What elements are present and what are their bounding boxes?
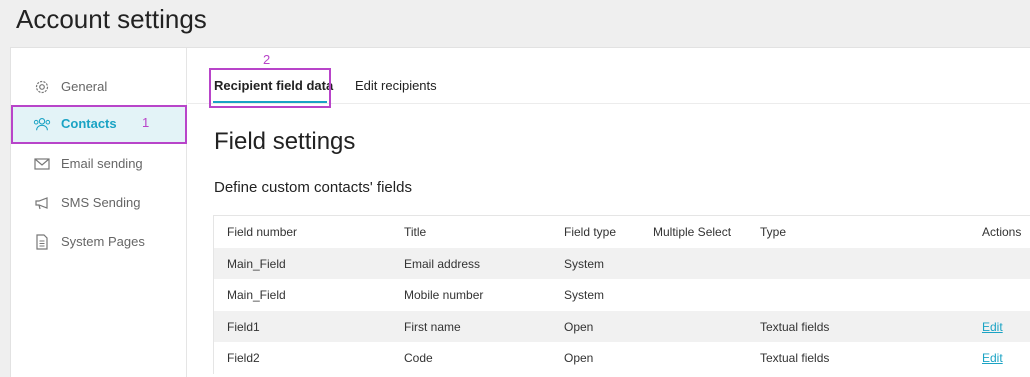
section-title: Field settings: [214, 128, 356, 155]
field-number-cell: Field1: [227, 319, 260, 334]
tab-bar: 2 Recipient field data Edit recipients: [188, 48, 1030, 108]
annotation-highlight-tab: [209, 68, 331, 108]
edit-link[interactable]: Edit: [982, 320, 1003, 334]
sidebar-item-label: General: [61, 79, 108, 94]
column-header: Title: [404, 225, 427, 239]
column-header: Multiple Select: [653, 225, 732, 239]
table-header-row: Field number Title Field type Multiple S…: [214, 216, 1030, 248]
table-row: Field2 Code Open Textual fields Edit: [214, 342, 1030, 374]
section-subtitle: Define custom contacts' fields: [214, 179, 412, 196]
column-header: Field number: [227, 225, 298, 239]
page-title: Account settings: [16, 4, 207, 34]
table-row: Main_Field Mobile number System: [214, 279, 1030, 311]
column-header: Field type: [564, 225, 617, 239]
column-header: Actions: [982, 225, 1022, 239]
edit-link[interactable]: Edit: [982, 351, 1003, 365]
sidebar-item-system-pages[interactable]: System Pages: [11, 223, 187, 260]
sidebar-item-email-sending[interactable]: Email sending: [11, 145, 187, 182]
title-cell: First name: [404, 319, 461, 334]
document-icon: [33, 233, 51, 251]
title-cell: Email address: [404, 256, 481, 271]
type-cell: Textual fields: [760, 319, 830, 334]
main-content: 2 Recipient field data Edit recipients F…: [188, 48, 1030, 377]
sidebar-item-label: Email sending: [61, 156, 143, 171]
gear-icon: [33, 78, 51, 96]
field-number-cell: Field2: [227, 351, 260, 365]
table-row: Main_Field Email address System: [214, 247, 1030, 279]
title-cell: Code: [404, 351, 433, 365]
field-type-cell: System: [564, 256, 605, 271]
tab-edit-recipients[interactable]: Edit recipients: [355, 78, 437, 93]
field-type-cell: System: [564, 288, 605, 302]
sidebar-item-general[interactable]: General: [11, 68, 187, 105]
annotation-number-2: 2: [263, 52, 271, 67]
field-number-cell: Main_Field: [227, 256, 286, 271]
envelope-icon: [33, 155, 51, 173]
field-type-cell: Open: [564, 319, 594, 334]
field-type-cell: Open: [564, 351, 594, 365]
sidebar: General Contacts 1 Email sending SMS Sen…: [11, 48, 187, 377]
table-row: Field1 First name Open Textual fields Ed…: [214, 310, 1030, 342]
sidebar-item-sms-sending[interactable]: SMS Sending: [11, 184, 187, 221]
field-number-cell: Main_Field: [227, 288, 286, 302]
fields-table: Field number Title Field type Multiple S…: [213, 215, 1030, 374]
settings-panel: General Contacts 1 Email sending SMS Sen…: [10, 47, 1030, 377]
title-cell: Mobile number: [404, 288, 484, 302]
megaphone-icon: [33, 194, 51, 212]
column-header: Type: [760, 225, 787, 239]
sidebar-item-label: System Pages: [61, 234, 145, 249]
type-cell: Textual fields: [760, 351, 830, 365]
annotation-highlight-contacts: [11, 105, 187, 144]
sidebar-item-label: SMS Sending: [61, 195, 141, 210]
